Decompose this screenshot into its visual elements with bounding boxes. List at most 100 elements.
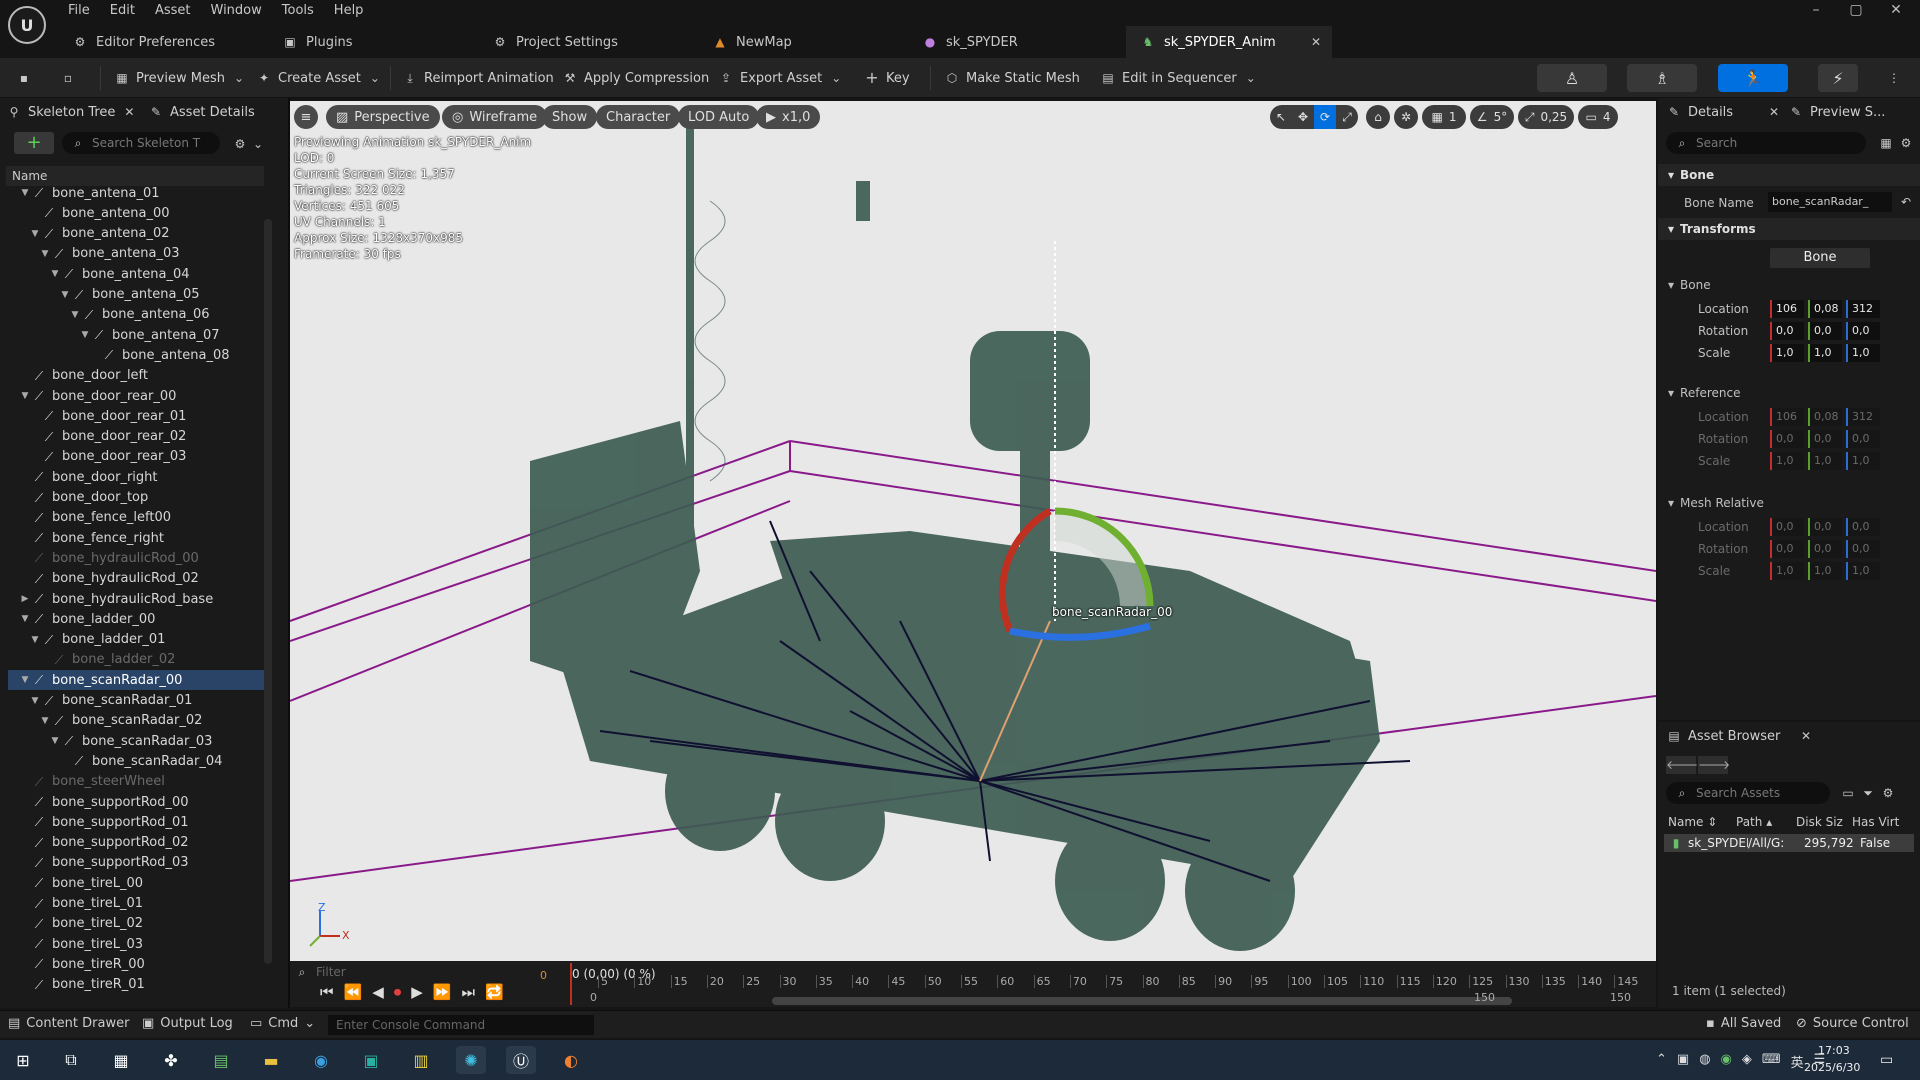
tab-asset-browser[interactable]: ▤ Asset Browser <box>1666 722 1806 750</box>
maximize-button[interactable]: ▢ <box>1836 2 1876 24</box>
task-view-icon[interactable]: ⧉ <box>56 1046 86 1074</box>
search-assets-input[interactable]: ⌕ Search Assets <box>1666 782 1830 804</box>
tree-row[interactable]: ⟋ bone_supportRod_02 <box>8 833 264 853</box>
expand-caret-icon[interactable]: ▼ <box>70 310 80 320</box>
tray-icon-1[interactable]: ▣ <box>1677 1052 1689 1071</box>
expand-caret-icon[interactable]: ▼ <box>50 269 60 279</box>
skeleton-mode-button[interactable]: ♙ <box>1537 64 1607 92</box>
tree-row[interactable]: ▶ ⟋ bone_hydraulicRod_base <box>8 589 264 609</box>
tree-row[interactable]: ▼ ⟋ bone_antena_02 <box>8 224 264 244</box>
surface-snap-button[interactable]: ✲ <box>1394 105 1418 129</box>
angle-snap-button[interactable]: ∠ 5° <box>1470 105 1514 129</box>
tree-row[interactable]: ⟋ bone_tireL_03 <box>8 934 264 954</box>
tree-row[interactable]: ⟋ bone_supportRod_03 <box>8 853 264 873</box>
tree-row[interactable]: ▼ ⟋ bone_antena_07 <box>8 325 264 345</box>
console-command-input[interactable]: Enter Console Command <box>328 1015 594 1035</box>
timeline-scrollbar[interactable] <box>772 997 1512 1005</box>
expand-caret-icon[interactable]: ▼ <box>30 635 40 645</box>
show-button[interactable]: Show <box>542 105 598 129</box>
menu-window[interactable]: Window <box>201 0 272 22</box>
chevron-down-icon[interactable]: ⌄ <box>250 136 266 152</box>
browse-icon[interactable]: ▫ <box>60 70 76 86</box>
column-path[interactable]: Path ▴ <box>1736 812 1796 832</box>
key-button[interactable]: + Key <box>858 64 916 92</box>
lod-button[interactable]: LOD Auto <box>678 105 760 129</box>
tree-row[interactable]: ▼ ⟋ bone_antena_04 <box>8 264 264 284</box>
tab-sk-spyder-anim[interactable]: ♞ sk_SPYDER_Anim ✕ <box>1126 26 1332 58</box>
tree-row[interactable]: ⟋ bone_hydraulicRod_02 <box>8 569 264 589</box>
wireframe-button[interactable]: ◎ Wireframe <box>442 105 548 129</box>
cmd-dropdown[interactable]: ▭ Cmd ⌄ <box>250 1016 315 1031</box>
tab-asset-details[interactable]: ✎ Asset Details <box>148 98 268 126</box>
app-icon-4[interactable]: ▥ <box>406 1046 436 1074</box>
table-view-icon[interactable]: ▦ <box>1878 135 1894 151</box>
tree-row[interactable]: ⟋ bone_supportRod_00 <box>8 792 264 812</box>
timeline-filter-input[interactable]: ⌕ Filter <box>294 963 562 981</box>
search-skeleton-input[interactable]: ⌕ Search Skeleton T <box>62 132 220 154</box>
tab-plugins[interactable]: ▣ Plugins <box>268 26 468 58</box>
unreal-logo-icon[interactable]: U <box>8 6 46 44</box>
play-icon[interactable]: ▶ <box>411 983 423 1001</box>
bone-space-button[interactable]: Bone <box>1770 248 1870 268</box>
subsection-reference[interactable]: ▾ Reference <box>1668 386 1740 400</box>
asset-row[interactable]: ▮ sk_SPYDEI /All/G: 295,792 False <box>1664 834 1914 852</box>
preview-viewport[interactable]: Z X bone_scanRadar_00 ≡ ▨ Perspective ◎ Wi… <box>290 101 1656 961</box>
menu-tools[interactable]: Tools <box>272 0 324 22</box>
volume-icon[interactable]: ◈ <box>1742 1052 1752 1071</box>
playhead[interactable] <box>570 963 572 1005</box>
close-icon[interactable]: ✕ <box>1766 104 1782 120</box>
apply-compression-button[interactable]: ⚒ Apply Compression <box>556 64 715 92</box>
close-icon[interactable]: ✕ <box>1798 728 1814 744</box>
select-mode-button[interactable]: ↖ <box>1270 105 1292 129</box>
expand-caret-icon[interactable]: ▼ <box>20 614 30 624</box>
perspective-button[interactable]: ▨ Perspective <box>326 105 440 129</box>
unreal-engine-taskbar-icon[interactable]: Ⓤ <box>506 1046 536 1074</box>
expand-caret-icon[interactable]: ▼ <box>50 736 60 746</box>
tree-row[interactable]: ⟋ bone_door_rear_01 <box>8 406 264 426</box>
tree-row[interactable]: ⟋ bone_scanRadar_04 <box>8 751 264 771</box>
tray-icon-2[interactable]: ◍ <box>1699 1052 1710 1071</box>
tree-row[interactable]: ⟋ bone_door_rear_03 <box>8 447 264 467</box>
menu-help[interactable]: Help <box>324 0 374 22</box>
mesh-mode-button[interactable]: ♗ <box>1627 64 1697 92</box>
bone-rotation-z[interactable]: 0,0 <box>1846 322 1880 340</box>
tab-newmap[interactable]: ▲ NewMap <box>698 26 898 58</box>
column-has-virtual[interactable]: Has Virt <box>1852 812 1912 832</box>
tree-row[interactable]: ⟋ bone_tireL_02 <box>8 914 264 934</box>
bone-location-z[interactable]: 312 <box>1846 300 1880 318</box>
tab-project-settings[interactable]: ⚙ Project Settings <box>478 26 688 58</box>
close-tab-icon[interactable]: ✕ <box>1308 34 1324 50</box>
viewport-menu-button[interactable]: ≡ <box>294 105 318 129</box>
bone-scale-z[interactable]: 1,0 <box>1846 344 1880 362</box>
bone-location-y[interactable]: 0,08 <box>1808 300 1842 318</box>
file-explorer-icon[interactable]: ▬ <box>256 1046 286 1074</box>
tab-skeleton-tree[interactable]: ⚲ Skeleton Tree ✕ <box>6 98 146 126</box>
expand-caret-icon[interactable]: ▼ <box>20 675 30 685</box>
app-icon-2[interactable]: ✤ <box>156 1046 186 1074</box>
windows-start-icon[interactable]: ⊞ <box>8 1046 38 1074</box>
close-icon[interactable]: ✕ <box>121 104 137 120</box>
reimport-animation-button[interactable]: ⤓ Reimport Animation <box>396 64 560 92</box>
section-bone[interactable]: ▾ Bone <box>1658 164 1920 186</box>
tree-row[interactable]: ▼ ⟋ bone_antena_05 <box>8 285 264 305</box>
tree-row[interactable]: ⟋ bone_supportRod_01 <box>8 812 264 832</box>
tree-row[interactable]: ▼ ⟋ bone_scanRadar_02 <box>8 711 264 731</box>
output-log-button[interactable]: ▣ Output Log <box>142 1016 233 1031</box>
local-space-button[interactable]: ⌂ <box>1366 105 1390 129</box>
folder-icon[interactable]: ▭ <box>1840 785 1856 801</box>
expand-caret-icon[interactable]: ▼ <box>80 330 90 340</box>
notification-icon[interactable]: ▭ <box>1880 1052 1893 1068</box>
ime-indicator[interactable]: 英 <box>1791 1052 1804 1071</box>
menu-asset[interactable]: Asset <box>145 0 201 22</box>
tree-row[interactable]: ⟋ bone_ladder_02 <box>8 650 264 670</box>
details-search-input[interactable]: ⌕ Search <box>1666 132 1866 154</box>
save-icon[interactable]: ▪ <box>16 70 32 86</box>
column-name[interactable]: Name ⇕ <box>1664 812 1736 832</box>
reset-icon[interactable]: ↶ <box>1898 194 1914 210</box>
bone-rotation-x[interactable]: 0,0 <box>1770 322 1804 340</box>
subsection-bone[interactable]: ▾ Bone <box>1668 278 1711 292</box>
app-icon-5[interactable]: ✺ <box>456 1046 486 1074</box>
tree-row[interactable]: ▼ ⟋ bone_antena_03 <box>8 244 264 264</box>
back-button[interactable]: 🡐 <box>1666 756 1698 774</box>
export-asset-button[interactable]: ⇪ Export Asset ⌄ <box>712 64 850 92</box>
